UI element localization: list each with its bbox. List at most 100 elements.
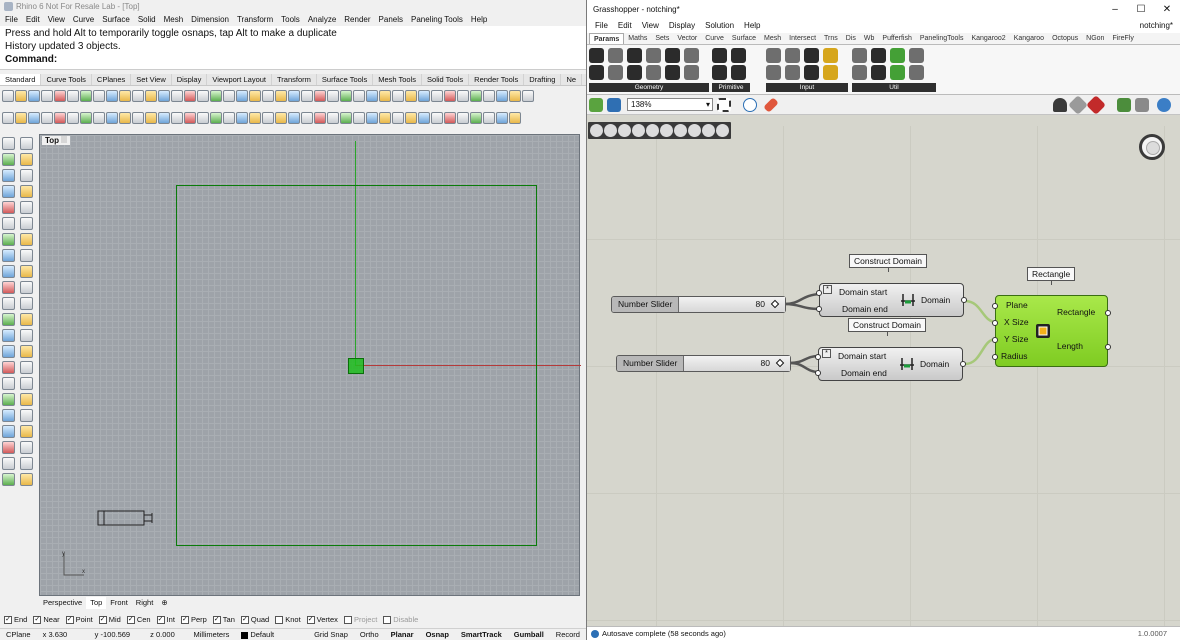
- checkbox-icon[interactable]: [343, 616, 352, 625]
- tab-render-tools[interactable]: Render Tools: [469, 74, 525, 85]
- gh-tab-curve[interactable]: Curve: [701, 33, 728, 44]
- tool-button-icon[interactable]: [2, 361, 15, 374]
- gh-tab-kangaroo2[interactable]: Kangaroo2: [967, 33, 1009, 44]
- toolbar-button-icon[interactable]: [236, 112, 248, 124]
- checkbox-icon[interactable]: ✓: [33, 616, 42, 625]
- tool-button-icon[interactable]: [20, 201, 33, 214]
- tool-button-icon[interactable]: [20, 441, 33, 454]
- slider-grip-icon[interactable]: [775, 358, 785, 368]
- add-viewport-icon[interactable]: ⊕: [157, 597, 171, 609]
- tool-button-icon[interactable]: [20, 233, 33, 246]
- component-icon[interactable]: [712, 65, 727, 80]
- toggle-record[interactable]: Record: [550, 629, 586, 640]
- gh-menu-file[interactable]: File: [595, 19, 608, 33]
- osnap-mid[interactable]: ✓ Mid: [98, 614, 121, 626]
- tool-button-icon[interactable]: [20, 297, 33, 310]
- component-icon[interactable]: [731, 48, 746, 63]
- tool-button-icon[interactable]: [20, 281, 33, 294]
- gh-menu-solution[interactable]: Solution: [705, 19, 734, 33]
- tool-icon[interactable]: [702, 124, 715, 137]
- gh-menu-help[interactable]: Help: [744, 19, 760, 33]
- tool-button-icon[interactable]: [2, 265, 15, 278]
- toolbar-button-icon[interactable]: [496, 90, 508, 102]
- tool-button-icon[interactable]: [20, 361, 33, 374]
- osnap-near[interactable]: ✓ Near: [33, 614, 60, 626]
- tool-button-icon[interactable]: [2, 233, 15, 246]
- osnap-disable[interactable]: Disable: [383, 614, 418, 626]
- menu-transform[interactable]: Transform: [237, 13, 273, 26]
- toolbar-button-icon[interactable]: [262, 112, 274, 124]
- navigation-compass-icon[interactable]: [1139, 134, 1165, 160]
- toolbar-button-icon[interactable]: [223, 112, 235, 124]
- toolbar-button-icon[interactable]: [197, 112, 209, 124]
- tab-standard[interactable]: Standard: [0, 74, 42, 85]
- checkbox-icon[interactable]: ✓: [98, 616, 107, 625]
- viewport-tab-top[interactable]: Top: [86, 597, 107, 609]
- tool-icon[interactable]: [660, 124, 673, 137]
- open-file-icon[interactable]: [589, 98, 603, 112]
- toolbar-button-icon[interactable]: [54, 112, 66, 124]
- number-slider-2[interactable]: Number Slider 80: [616, 355, 791, 372]
- status-layer[interactable]: Default: [235, 629, 280, 640]
- maximize-icon[interactable]: ☐: [1128, 0, 1154, 19]
- toolbar-button-icon[interactable]: [288, 90, 300, 102]
- component-icon[interactable]: [589, 48, 604, 63]
- menu-mesh[interactable]: Mesh: [164, 13, 184, 26]
- component-icon[interactable]: [804, 65, 819, 80]
- tool-button-icon[interactable]: [2, 153, 15, 166]
- gh-tab-firefly[interactable]: FireFly: [1108, 33, 1137, 44]
- toolbar-button-icon[interactable]: [457, 112, 469, 124]
- gh-canvas[interactable]: Number Slider 80 Number Slider 80 Constr…: [587, 126, 1180, 626]
- toolbar-button-icon[interactable]: [210, 90, 222, 102]
- toolbar-button-icon[interactable]: [470, 90, 482, 102]
- pen-icon[interactable]: [590, 124, 603, 137]
- output-port[interactable]: [960, 361, 966, 367]
- tool-button-icon[interactable]: [20, 409, 33, 422]
- rectangle-component[interactable]: Plane X Size Y Size Radius Rectangle Len…: [992, 295, 1111, 367]
- menu-view[interactable]: View: [48, 13, 65, 26]
- toolbar-button-icon[interactable]: [106, 112, 118, 124]
- checkbox-icon[interactable]: [383, 616, 392, 625]
- preview-mode-icon[interactable]: [1053, 98, 1067, 112]
- toolbar-button-icon[interactable]: [132, 90, 144, 102]
- toolbar-button-icon[interactable]: [184, 112, 196, 124]
- tool-button-icon[interactable]: [2, 393, 15, 406]
- checkbox-icon[interactable]: ✓: [156, 616, 165, 625]
- tab-set-view[interactable]: Set View: [131, 74, 172, 85]
- menu-panels[interactable]: Panels: [379, 13, 403, 26]
- construct-domain-1[interactable]: * Domain start Domain end Domain: [816, 283, 967, 317]
- toolbar-button-icon[interactable]: [80, 112, 92, 124]
- toolbar-button-icon[interactable]: [41, 90, 53, 102]
- toolbar-button-icon[interactable]: [392, 112, 404, 124]
- toolbar-button-icon[interactable]: [366, 90, 378, 102]
- toolbar-button-icon[interactable]: [119, 112, 131, 124]
- component-icon[interactable]: [589, 65, 604, 80]
- toolbar-button-icon[interactable]: [197, 90, 209, 102]
- toggle-osnap[interactable]: Osnap: [420, 629, 455, 640]
- component-icon[interactable]: [608, 65, 623, 80]
- menu-analyze[interactable]: Analyze: [308, 13, 336, 26]
- toolbar-button-icon[interactable]: [340, 112, 352, 124]
- tab-mesh-tools[interactable]: Mesh Tools: [373, 74, 423, 85]
- component-icon[interactable]: [684, 48, 699, 63]
- gh-tab-dis[interactable]: Dis: [842, 33, 860, 44]
- tool-button-icon[interactable]: [2, 409, 15, 422]
- zoom-extents-icon[interactable]: [717, 98, 731, 112]
- toolbar-button-icon[interactable]: [353, 90, 365, 102]
- gh-tab-ngon[interactable]: NGon: [1082, 33, 1108, 44]
- toolbar-button-icon[interactable]: [15, 112, 27, 124]
- toolbar-button-icon[interactable]: [275, 90, 287, 102]
- toolbar-button-icon[interactable]: [288, 112, 300, 124]
- toolbar-button-icon[interactable]: [145, 112, 157, 124]
- slider-grip-icon[interactable]: [770, 299, 780, 309]
- input-port[interactable]: [992, 354, 998, 360]
- input-port[interactable]: [992, 303, 998, 309]
- osnap-perp[interactable]: ✓ Perp: [180, 614, 207, 626]
- gh-tab-octopus[interactable]: Octopus: [1048, 33, 1082, 44]
- toolbar-button-icon[interactable]: [496, 112, 508, 124]
- component-icon[interactable]: [665, 65, 680, 80]
- toolbar-button-icon[interactable]: [418, 90, 430, 102]
- tab-cplanes[interactable]: CPlanes: [92, 74, 132, 85]
- component-icon[interactable]: [823, 65, 838, 80]
- toolbar-button-icon[interactable]: [431, 112, 443, 124]
